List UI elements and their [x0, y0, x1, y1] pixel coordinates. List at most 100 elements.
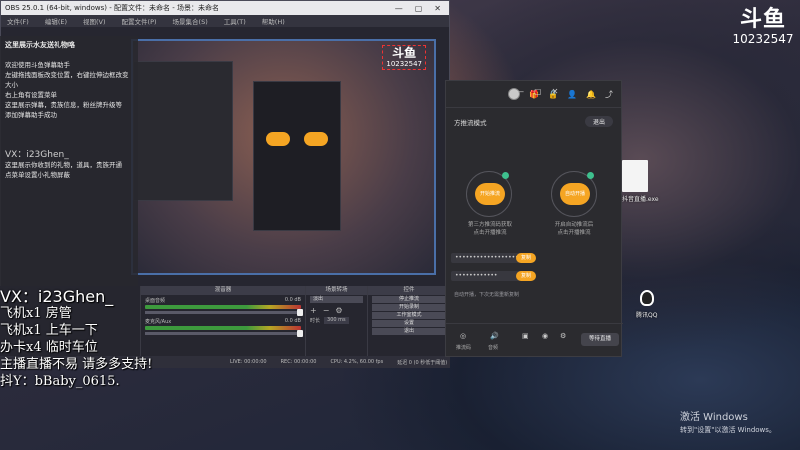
- chat-overlay: VX：i23Ghen_ 飞机x1 房管 飞机x1 上车一下 办卡x4 临时车位 …: [0, 288, 152, 390]
- chat-line: VX：i23Ghen_: [0, 287, 114, 306]
- cpu-usage: CPU: 4.2%, 60.00 fps: [330, 359, 384, 365]
- exit-mode-button[interactable]: 退出: [584, 116, 613, 127]
- minimize-icon[interactable]: —: [516, 87, 524, 96]
- mixer-title: 混音器: [141, 286, 305, 295]
- duration-row: 时长 300 ms: [306, 315, 367, 324]
- gear-icon[interactable]: ⚙: [335, 306, 342, 315]
- record-icon[interactable]: ▣: [522, 332, 529, 340]
- settings-button[interactable]: 设置: [372, 320, 446, 327]
- auto-start-circle[interactable]: 自动开播: [551, 171, 597, 217]
- bell-icon[interactable]: 🔔: [586, 90, 596, 99]
- volume-slider[interactable]: [145, 309, 303, 316]
- window-controls: — ▢ ✕: [395, 4, 445, 13]
- plus-icon[interactable]: +: [310, 306, 317, 315]
- close-icon[interactable]: ✕: [434, 4, 441, 13]
- start-push-circle[interactable]: 开始推流: [466, 171, 512, 217]
- maximize-icon[interactable]: ▢: [415, 4, 423, 13]
- panel-line: 添加弹幕助手成功: [5, 111, 57, 119]
- desktop-file-icon[interactable]: [622, 160, 648, 192]
- activate-windows-watermark: 激活 Windows 转到"设置"以激活 Windows。: [680, 408, 776, 435]
- preview-logo-mark: 斗鱼: [392, 46, 417, 60]
- studio-mode-button[interactable]: 工作室模式: [372, 312, 446, 319]
- douyu-bottom-bar: ◎ 推流码 🔊 音频 ▣ ◉ ⚙ 等待直播: [446, 323, 623, 357]
- bottom-label: 推流码: [456, 345, 472, 351]
- status-dot: [502, 172, 509, 179]
- duration-input[interactable]: 300 ms: [324, 317, 349, 324]
- qq-label: 腾讯QQ: [636, 312, 658, 319]
- activate-title: 激活 Windows: [680, 412, 748, 423]
- douyu-assistant-window: 🎁 🔒 👤 🔔 ⤴ — ▢ ✕ 方推流模式 退出 开始推流 第三方推流码获取 点…: [445, 80, 623, 357]
- qq-icon[interactable]: [640, 290, 654, 306]
- panel-line: 左键拖拽面板改变位置，右键拉伸边框改变大小: [5, 71, 129, 89]
- obs-title: OBS 25.0.1 (64-bit, windows) - 配置文件：未命名 …: [5, 4, 219, 12]
- user-icon[interactable]: 👤: [567, 90, 577, 99]
- volume-meter: [145, 305, 301, 309]
- copy-url-button[interactable]: 复制: [516, 253, 536, 263]
- close-icon[interactable]: ✕: [552, 87, 559, 96]
- obs-menubar: 文件(F) 编辑(E) 视图(V) 配置文件(P) 场景集合(S) 工具(T) …: [1, 15, 449, 27]
- auto-note: 自动开播，下次无需重新复制: [454, 292, 520, 298]
- slider-knob[interactable]: [297, 330, 303, 337]
- transition-dock: 场景转场 淡出 + − ⚙ 时长 300 ms: [305, 286, 367, 356]
- controls-dock: 控件 停止推流 开始录制 工作室模式 设置 退出: [367, 286, 450, 356]
- mode-title: 方推流模式: [454, 118, 487, 127]
- slider-knob[interactable]: [297, 309, 303, 316]
- bottom-label: 音频: [488, 345, 499, 351]
- left-caption: 第三方推流码获取 点击开播推流: [467, 222, 512, 236]
- maximize-icon[interactable]: ▢: [534, 87, 542, 96]
- minimize-icon[interactable]: —: [395, 4, 403, 13]
- preview-nested-button: [266, 132, 290, 146]
- menu-view[interactable]: 视图(V): [83, 16, 106, 26]
- minus-icon[interactable]: −: [323, 306, 330, 315]
- channel-db: 0.0 dB: [284, 318, 301, 324]
- menu-scene-collection[interactable]: 场景集合(S): [173, 16, 208, 26]
- camera-icon[interactable]: ◎: [460, 332, 466, 340]
- live-time: LIVE: 00:00:00: [230, 359, 267, 365]
- panel-line: 右上角有设置菜单: [5, 91, 57, 99]
- status-dot: [587, 172, 594, 179]
- panel-wx: VX：i23Ghen_: [5, 150, 69, 160]
- volume-meter: [145, 326, 301, 330]
- channel-db: 0.0 dB: [284, 297, 301, 303]
- transition-add-remove: + − ⚙: [306, 304, 367, 315]
- transition-select[interactable]: 淡出: [310, 296, 363, 303]
- volume-icon[interactable]: 🔊: [490, 332, 499, 340]
- rec-time: REC: 00:00:00: [280, 359, 317, 365]
- auto-start-button[interactable]: 自动开播: [560, 183, 590, 205]
- obs-preview[interactable]: 斗鱼 10232547: [131, 39, 436, 275]
- chat-line: 飞机x1 房管: [0, 306, 72, 321]
- preview-nested-button-2: [304, 132, 328, 146]
- share-icon[interactable]: ⤴: [605, 89, 613, 100]
- stop-stream-button[interactable]: 停止推流: [372, 296, 446, 303]
- copy-key-button[interactable]: 复制: [516, 271, 536, 281]
- dropped-frames: 延迟 0 (0 秒低于阈值): [397, 359, 448, 366]
- gear-icon[interactable]: ⚙: [560, 332, 566, 340]
- panel-header: 这里展示水友送礼物咯: [5, 41, 75, 49]
- obs-titlebar[interactable]: OBS 25.0.1 (64-bit, windows) - 配置文件：未命名 …: [1, 1, 449, 15]
- panel-line: 这里展示弹幕，贵族信息，粉丝牌升级等: [5, 101, 122, 109]
- transition-title: 场景转场: [306, 286, 367, 295]
- volume-slider[interactable]: [145, 330, 303, 337]
- controls-title: 控件: [368, 286, 450, 295]
- start-recording-button[interactable]: 开始录制: [372, 304, 446, 311]
- menu-edit[interactable]: 编辑(E): [45, 16, 67, 26]
- menu-help[interactable]: 帮助(H): [262, 16, 285, 26]
- preview-nested-obs: [133, 61, 233, 201]
- preview-douyu-logo: 斗鱼 10232547: [382, 45, 426, 70]
- mixer-channel: 桌面音频 0.0 dB: [141, 295, 305, 304]
- menu-profile[interactable]: 配置文件(P): [122, 16, 157, 26]
- start-live-button[interactable]: 等待直播: [581, 333, 619, 346]
- right-caption: 开启自动推流后 点击开播推流: [554, 222, 594, 236]
- chat-line: 主播直播不易 请多多支持!: [0, 357, 153, 372]
- mode-row: 方推流模式 退出: [446, 108, 621, 127]
- exit-button[interactable]: 退出: [372, 328, 446, 335]
- preview-nested-app: [253, 81, 341, 231]
- danmu-panel[interactable]: 这里展示水友送礼物咯 欢迎使用斗鱼弹幕助手 左键拖拽面板改变位置，右键拉伸边框改…: [0, 36, 138, 286]
- eye-icon[interactable]: ◉: [542, 332, 548, 340]
- menu-file[interactable]: 文件(F): [7, 16, 29, 26]
- mixer-dock: 混音器 桌面音频 0.0 dB 麦克风/Aux 0.0 dB: [140, 286, 305, 356]
- panel-line: 欢迎使用斗鱼弹幕助手: [5, 61, 70, 69]
- menu-tools[interactable]: 工具(T): [224, 16, 246, 26]
- chat-line: 抖Y：bBaby_0615.: [0, 374, 120, 389]
- start-push-button[interactable]: 开始推流: [475, 183, 505, 205]
